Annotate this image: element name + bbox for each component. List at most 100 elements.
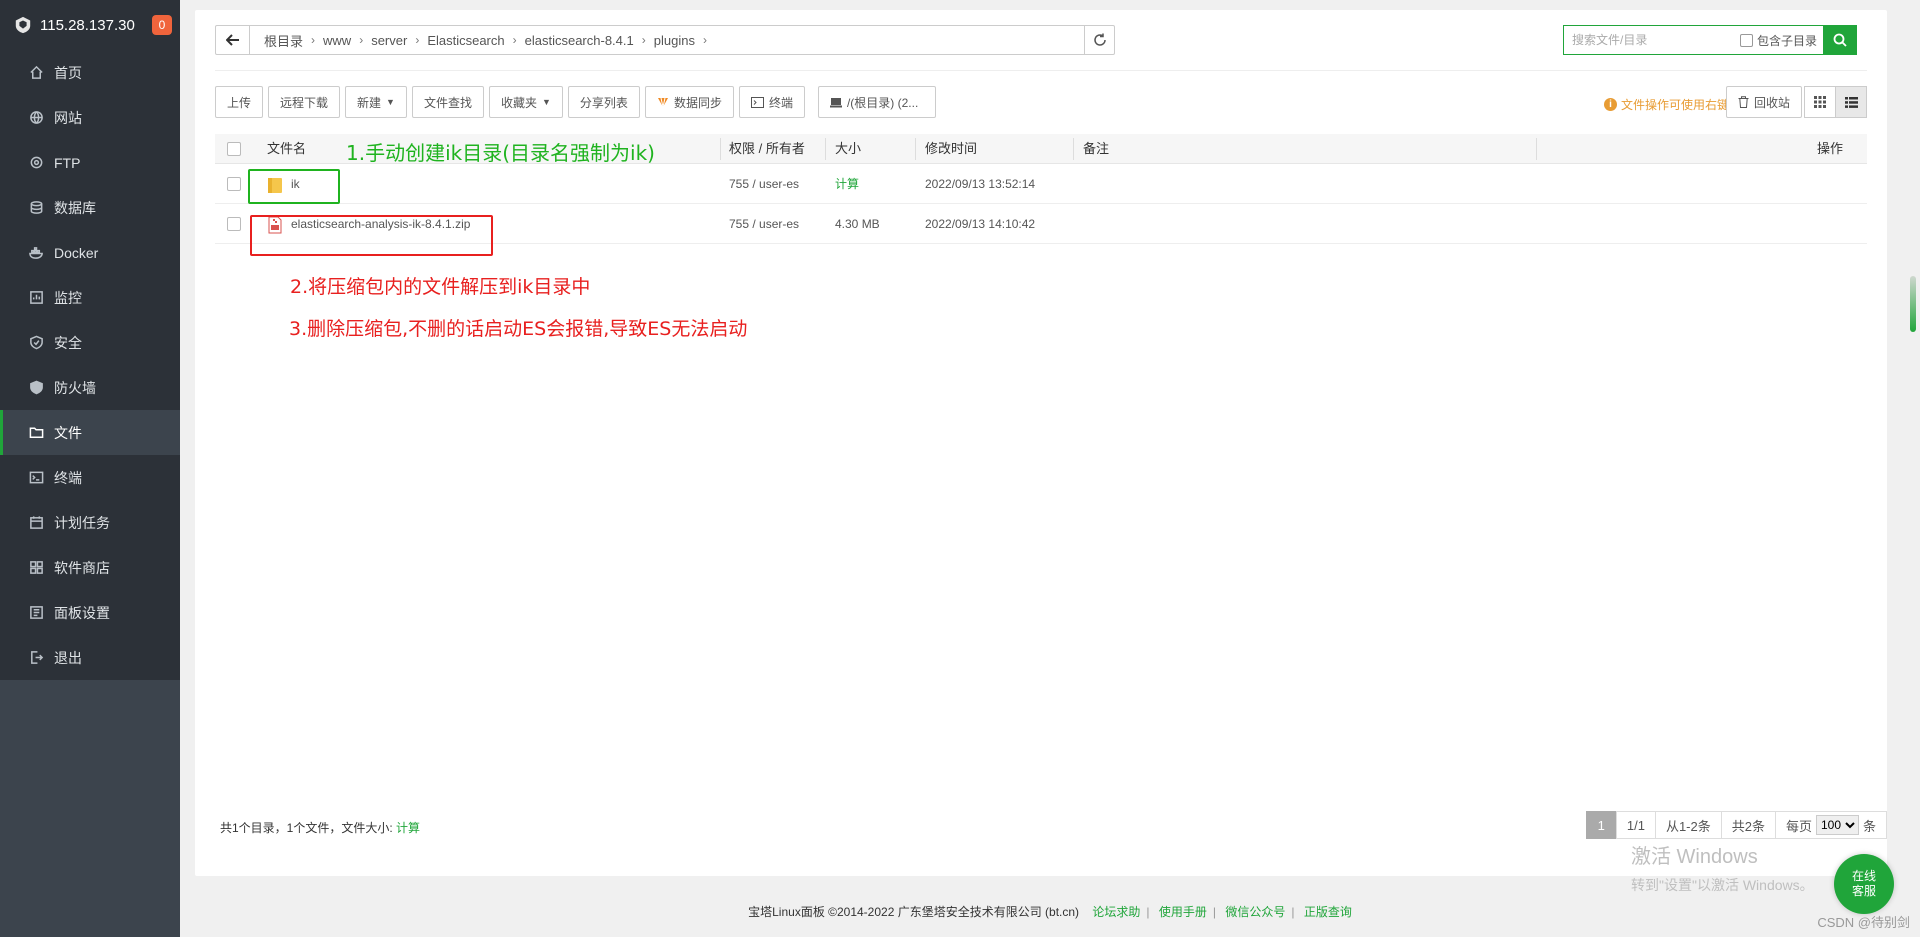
terminal-icon xyxy=(750,96,764,108)
page-total: 1/1 xyxy=(1615,811,1656,839)
online-support-button[interactable]: 在线 客服 xyxy=(1834,854,1894,914)
sidebar-item-security[interactable]: 安全 xyxy=(0,320,180,365)
favorites-label: 收藏夹 xyxy=(500,95,537,110)
favorites-dropdown-button[interactable]: 收藏夹 ▼ xyxy=(488,86,563,118)
grid-icon xyxy=(1814,96,1826,108)
header-name[interactable]: 文件名 xyxy=(267,134,306,164)
back-button[interactable] xyxy=(216,26,250,54)
per-page-control: 每页 100 条 xyxy=(1774,811,1887,839)
stats-calc-link[interactable]: 计算 xyxy=(396,821,420,835)
sidebar-item-monitor[interactable]: 监控 xyxy=(0,275,180,320)
info-icon: i xyxy=(1603,98,1617,111)
chevron-right-icon: › xyxy=(641,33,646,47)
header-size[interactable]: 大小 xyxy=(835,134,861,164)
file-manager-panel: 根目录 › www › server › Elasticsearch › elastic… xyxy=(195,10,1887,876)
header-mtime[interactable]: 修改时间 xyxy=(925,134,977,164)
chevron-down-icon: ▼ xyxy=(386,97,395,107)
page-total-count: 共2条 xyxy=(1720,811,1776,839)
chevron-right-icon: › xyxy=(415,33,420,47)
breadcrumb-root[interactable]: 根目录 xyxy=(258,31,309,50)
search-button[interactable] xyxy=(1823,25,1857,55)
page-current[interactable]: 1 xyxy=(1585,811,1617,839)
size-calc-link[interactable]: 计算 xyxy=(835,164,859,204)
column-divider xyxy=(915,138,916,160)
remote-download-button[interactable]: 远程下载 xyxy=(268,86,341,118)
per-page-unit: 条 xyxy=(1862,818,1876,834)
notification-badge[interactable]: 0 xyxy=(152,15,172,35)
list-icon xyxy=(1844,96,1858,108)
refresh-button[interactable] xyxy=(1084,26,1114,54)
header-perm[interactable]: 权限 / 所有者 xyxy=(729,134,805,164)
sidebar-item-logout[interactable]: 退出 xyxy=(0,635,180,680)
link-manual[interactable]: 使用手册 xyxy=(1159,905,1207,919)
sidebar-item-website[interactable]: 网站 xyxy=(0,95,180,140)
calendar-icon xyxy=(28,515,44,531)
shield-check-icon xyxy=(28,335,44,351)
data-sync-button[interactable]: 数据同步 xyxy=(644,86,734,118)
sidebar-item-files[interactable]: 文件 xyxy=(0,410,180,455)
sync-icon xyxy=(657,96,669,108)
sidebar-item-label: 数据库 xyxy=(54,199,96,216)
sidebar-item-label: 软件商店 xyxy=(54,559,110,576)
watermark-line1: 激活 Windows xyxy=(1631,846,1758,868)
sidebar-item-terminal[interactable]: 终端 xyxy=(0,455,180,500)
grid-view-button[interactable] xyxy=(1804,86,1836,118)
sidebar-item-store[interactable]: 软件商店 xyxy=(0,545,180,590)
link-wechat[interactable]: 微信公众号 xyxy=(1225,905,1285,919)
sidebar-item-settings[interactable]: 面板设置 xyxy=(0,590,180,635)
annotation-step-1: 1.手动创建ik目录(目录名强制为ik) xyxy=(346,141,655,165)
sidebar-item-home[interactable]: 首页 xyxy=(0,50,180,95)
per-page-select[interactable]: 100 xyxy=(1815,815,1859,835)
disk-icon xyxy=(829,97,842,108)
path-bar: 根目录 › www › server › Elasticsearch › elastic… xyxy=(215,25,1115,55)
page-range: 从1-2条 xyxy=(1654,811,1722,839)
new-dropdown-button[interactable]: 新建 ▼ xyxy=(345,86,407,118)
sidebar-item-label: FTP xyxy=(54,154,81,171)
settings-icon xyxy=(28,605,44,621)
row-checkbox[interactable] xyxy=(227,204,245,244)
select-all-checkbox[interactable] xyxy=(227,134,245,164)
row-checkbox[interactable] xyxy=(227,164,245,204)
disk-button[interactable]: /(根目录) (2... xyxy=(817,86,936,118)
toolbar: 上传 远程下载 新建 ▼ 文件查找 收藏夹 ▼ 分享列表 数据同步 终端 /(根目录… xyxy=(215,86,941,118)
sidebar-item-database[interactable]: 数据库 xyxy=(0,185,180,230)
search-input[interactable] xyxy=(1572,33,1732,47)
sidebar-menu: 首页 网站 FTP 数据库 Docker 监控 安全 防火墙 文件 终端 计划任… xyxy=(0,50,180,680)
upload-button[interactable]: 上传 xyxy=(215,86,264,118)
sidebar-item-firewall[interactable]: 防火墙 xyxy=(0,365,180,410)
scrollbar-thumb[interactable] xyxy=(1910,276,1916,332)
breadcrumb-www[interactable]: www xyxy=(317,33,357,48)
perm-cell[interactable]: 755 / user-es xyxy=(729,164,799,204)
breadcrumb-plugins[interactable]: plugins xyxy=(648,33,701,48)
link-forum[interactable]: 论坛求助 xyxy=(1092,905,1140,919)
globe-icon xyxy=(28,110,44,126)
list-view-button[interactable] xyxy=(1835,86,1867,118)
breadcrumb-es-version[interactable]: elasticsearch-8.4.1 xyxy=(519,33,640,48)
tip-text: 文件操作可使用右键 xyxy=(1620,98,1729,112)
terminal-label: 终端 xyxy=(768,95,793,110)
annotation-step-3: 3.删除压缩包,不删的话启动ES会报错,导致ES无法启动 xyxy=(289,318,748,340)
sidebar-item-cron[interactable]: 计划任务 xyxy=(0,500,180,545)
server-header: 115.28.137.30 0 xyxy=(0,0,180,50)
apps-icon xyxy=(28,560,44,576)
sidebar-item-label: 退出 xyxy=(54,649,82,666)
file-find-button[interactable]: 文件查找 xyxy=(411,86,484,118)
link-license[interactable]: 正版查询 xyxy=(1304,905,1352,919)
terminal-button[interactable]: 终端 xyxy=(738,86,805,118)
table-row[interactable]: ik 755 / user-es 计算 2022/09/13 13:52:14 xyxy=(215,164,1867,204)
perm-cell[interactable]: 755 / user-es xyxy=(729,204,799,244)
checkbox-icon xyxy=(227,142,241,156)
breadcrumb-server[interactable]: server xyxy=(365,33,413,48)
sidebar-item-ftp[interactable]: FTP xyxy=(0,140,180,185)
annotation-box-red xyxy=(250,215,493,256)
share-list-button[interactable]: 分享列表 xyxy=(567,86,640,118)
breadcrumb-elasticsearch[interactable]: Elasticsearch xyxy=(421,33,510,48)
sidebar-item-docker[interactable]: Docker xyxy=(0,230,180,275)
chevron-right-icon: › xyxy=(702,33,707,47)
windows-activation-watermark: 激活 Windows 转到"设置"以激活 Windows。 xyxy=(1631,840,1814,895)
recycle-bin-button[interactable]: 回收站 xyxy=(1725,86,1802,118)
sidebar-item-label: 面板设置 xyxy=(54,604,110,621)
disk-label: /(根目录) (2... xyxy=(846,95,919,110)
include-subdir-checkbox[interactable]: 包含子目录 xyxy=(1739,32,1817,49)
include-subdir-label: 包含子目录 xyxy=(1756,33,1817,48)
